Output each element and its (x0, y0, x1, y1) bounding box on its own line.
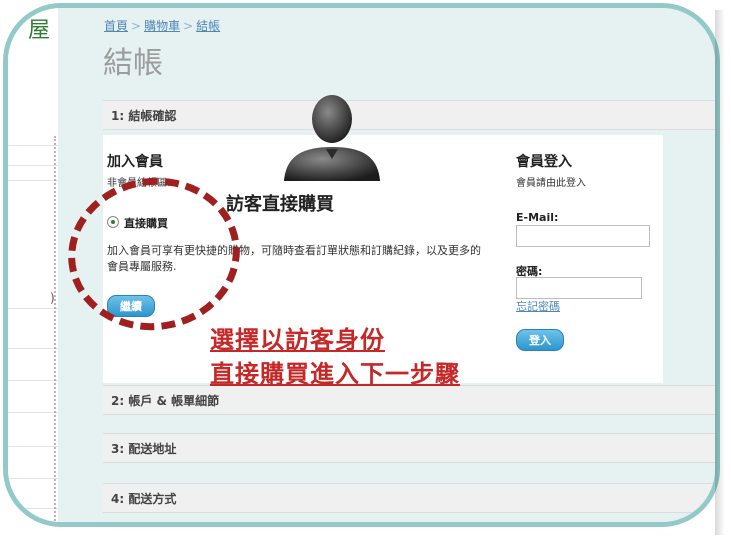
sidebar-fragment: ) (50, 291, 55, 305)
sidebar-divider (8, 478, 58, 479)
sidebar-divider (8, 180, 58, 181)
sidebar-divider (8, 412, 58, 413)
breadcrumb-current[interactable]: 結帳 (196, 19, 220, 33)
step-2-header[interactable]: 2: 帳戶 & 帳單細節 (103, 385, 715, 415)
member-login-title: 會員登入 (516, 154, 572, 170)
step-4-header[interactable]: 4: 配送方式 (103, 483, 715, 513)
guest-user-icon (284, 95, 380, 181)
forgot-password-link[interactable]: 忘記密碼 (516, 298, 560, 314)
sidebar-divider (8, 508, 58, 509)
sidebar-divider (8, 308, 58, 309)
frame-shadow (715, 10, 725, 535)
dotted-guide (54, 136, 56, 522)
password-field[interactable] (516, 277, 642, 299)
sidebar-divider (8, 348, 58, 349)
member-login-subtitle: 會員請由此登入 (516, 178, 586, 189)
instruction-line-2: 直接購買進入下一步驟 (210, 360, 460, 388)
page-title: 結帳 (103, 46, 163, 81)
step-3-header[interactable]: 3: 配送地址 (103, 433, 715, 463)
breadcrumb-cart-link[interactable]: 購物車 (144, 19, 180, 33)
breadcrumb: 首頁 > 購物車 > 結帳 (104, 17, 220, 34)
login-button[interactable]: 登入 (516, 329, 564, 351)
sidebar-divider (8, 446, 58, 447)
step-1-header[interactable]: 1: 結帳確認 (103, 100, 715, 130)
breadcrumb-separator: > (183, 19, 194, 33)
breadcrumb-separator: > (131, 19, 142, 33)
breadcrumb-home-link[interactable]: 首頁 (104, 19, 128, 33)
guest-purchase-caption: 訪客直接購買 (226, 194, 334, 215)
sidebar-divider (8, 380, 58, 381)
left-sidebar (8, 8, 58, 522)
email-label: E-Mail: (516, 211, 559, 224)
join-member-title: 加入會員 (107, 154, 163, 170)
sidebar-divider (8, 165, 58, 166)
sidebar-divider (8, 145, 58, 146)
email-field[interactable] (516, 225, 650, 247)
site-logo: 屋 (28, 18, 52, 43)
instruction-line-1: 選擇以訪客身份 (210, 326, 385, 354)
